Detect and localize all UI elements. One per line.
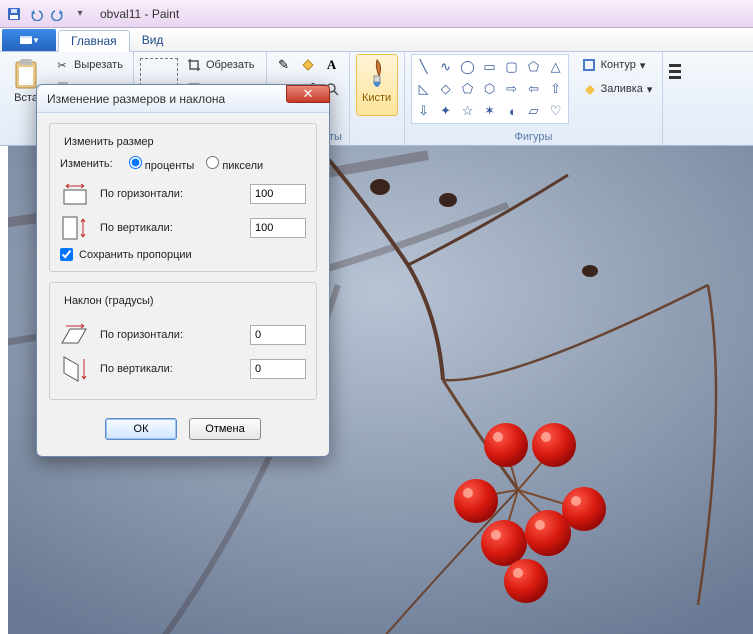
shape-arrow-u[interactable]: ⇧ <box>545 78 567 100</box>
ribbon-group-brushes: Кисти <box>350 52 405 145</box>
radio-percent-label[interactable]: проценты <box>129 156 195 172</box>
brush-icon <box>363 58 391 92</box>
window-title: obval11 - Paint <box>100 7 179 21</box>
shape-callout-round[interactable]: ◖ <box>501 100 523 122</box>
tab-home[interactable]: Главная <box>58 30 130 52</box>
shape-star5[interactable]: ☆ <box>457 100 479 122</box>
dialog-titlebar[interactable]: Изменение размеров и наклона ✕ <box>37 85 329 113</box>
radio-pixels[interactable] <box>206 156 219 169</box>
resize-horizontal-label: По горизонтали: <box>100 188 240 200</box>
shape-star6[interactable]: ✶ <box>479 100 501 122</box>
by-label: Изменить: <box>60 158 113 170</box>
resize-horizontal-icon <box>60 180 90 208</box>
shape-arrow-r[interactable]: ⇨ <box>501 78 523 100</box>
shape-line[interactable]: ╲ <box>413 56 435 78</box>
shape-roundrect[interactable]: ▢ <box>501 56 523 78</box>
fill-icon <box>581 81 597 97</box>
pencil-tool[interactable]: ✎ <box>273 54 295 76</box>
redo-icon[interactable] <box>48 4 68 24</box>
skew-legend: Наклон (градусы) <box>60 295 158 307</box>
tab-view[interactable]: Вид <box>130 29 176 51</box>
resize-skew-dialog: Изменение размеров и наклона ✕ Изменить … <box>36 84 330 457</box>
resize-legend: Изменить размер <box>60 136 158 148</box>
qat-dropdown-icon[interactable]: ▾ <box>70 4 90 24</box>
shape-callout[interactable]: ▱ <box>523 100 545 122</box>
skew-vertical-label: По вертикали: <box>100 363 240 375</box>
scissors-icon: ✂ <box>54 57 70 73</box>
shape-arrow-l[interactable]: ⇦ <box>523 78 545 100</box>
shape-heart[interactable]: ♡ <box>545 100 567 122</box>
shape-star4[interactable]: ✦ <box>435 100 457 122</box>
shape-hexagon[interactable]: ⬡ <box>479 78 501 100</box>
cancel-button[interactable]: Отмена <box>189 418 261 440</box>
shape-diamond[interactable]: ◇ <box>435 78 457 100</box>
dialog-title: Изменение размеров и наклона <box>47 92 225 106</box>
skew-fieldset: Наклон (градусы) По горизонтали: По верт… <box>49 282 317 400</box>
close-button[interactable]: ✕ <box>286 85 330 103</box>
shape-curve[interactable]: ∿ <box>435 56 457 78</box>
skew-vertical-icon <box>60 355 90 383</box>
crop-button[interactable]: Обрезать <box>182 54 260 76</box>
skew-horizontal-label: По горизонтали: <box>100 329 240 341</box>
resize-vertical-label: По вертикали: <box>100 222 240 234</box>
title-bar: ▾ obval11 - Paint <box>0 0 753 28</box>
close-icon: ✕ <box>303 86 314 102</box>
radio-pixels-label[interactable]: пиксели <box>206 156 263 172</box>
paste-label: Вста <box>14 92 38 104</box>
save-icon[interactable] <box>4 4 24 24</box>
shape-rtriangle[interactable]: ◺ <box>413 78 435 100</box>
app-menu-button[interactable]: ▾ <box>2 29 56 51</box>
select-button[interactable] <box>140 58 178 86</box>
resize-vertical-input[interactable] <box>250 218 306 238</box>
shape-arrow-d[interactable]: ⇩ <box>413 100 435 122</box>
ribbon-tabs: ▾ Главная Вид <box>0 28 753 52</box>
skew-horizontal-input[interactable] <box>250 325 306 345</box>
crop-icon <box>186 57 202 73</box>
shape-fill-button[interactable]: Заливка ▾ <box>577 78 657 100</box>
keep-ratio-label: Сохранить пропорции <box>79 249 192 261</box>
shapes-gallery[interactable]: ╲ ∿ ◯ ▭ ▢ ⬠ △ ◺ ◇ ⬠ ⬡ ⇨ ⇦ ⇧ ⇩ ✦ ☆ ✶ ◖ ▱ <box>411 54 569 124</box>
fill-tool[interactable] <box>297 54 319 76</box>
skew-horizontal-icon <box>60 321 90 349</box>
resize-horizontal-input[interactable] <box>250 184 306 204</box>
outline-icon <box>581 57 597 73</box>
shape-outline-button[interactable]: Контур ▾ <box>577 54 657 76</box>
quick-access-toolbar: ▾ <box>4 4 90 24</box>
resize-vertical-icon <box>60 214 90 242</box>
shape-rect[interactable]: ▭ <box>479 56 501 78</box>
radio-percent[interactable] <box>129 156 142 169</box>
cut-button[interactable]: ✂Вырезать <box>50 54 127 76</box>
ribbon-group-more <box>663 52 687 145</box>
shape-polygon[interactable]: ⬠ <box>523 56 545 78</box>
ribbon-group-shapes: ╲ ∿ ◯ ▭ ▢ ⬠ △ ◺ ◇ ⬠ ⬡ ⇨ ⇦ ⇧ ⇩ ✦ ☆ ✶ ◖ ▱ <box>405 52 664 145</box>
shape-oval[interactable]: ◯ <box>457 56 479 78</box>
undo-icon[interactable] <box>26 4 46 24</box>
shape-triangle[interactable]: △ <box>545 56 567 78</box>
resize-fieldset: Изменить размер Изменить: проценты пиксе… <box>49 123 317 272</box>
shapes-group-label: Фигуры <box>411 129 657 145</box>
skew-vertical-input[interactable] <box>250 359 306 379</box>
text-tool[interactable]: A <box>321 54 343 76</box>
ok-button[interactable]: ОК <box>105 418 177 440</box>
shape-pentagon[interactable]: ⬠ <box>457 78 479 100</box>
brushes-button[interactable]: Кисти <box>356 54 398 116</box>
keep-ratio-checkbox[interactable] <box>60 248 73 261</box>
